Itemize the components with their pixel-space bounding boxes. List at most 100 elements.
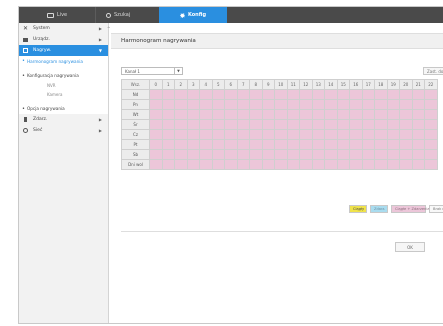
schedule-cell[interactable] [149, 129, 163, 140]
schedule-cell[interactable] [161, 149, 175, 160]
schedule-cell[interactable] [349, 139, 363, 150]
sidebar-item-device[interactable]: Urządz. ▶ [19, 34, 108, 45]
sidebar-item-network[interactable]: Sieć ▶ [19, 125, 108, 136]
schedule-cell[interactable] [361, 109, 375, 120]
schedule-cell[interactable] [286, 99, 300, 110]
schedule-cell[interactable] [399, 89, 413, 100]
schedule-cell[interactable] [224, 149, 238, 160]
schedule-cell[interactable] [361, 119, 375, 130]
schedule-cell[interactable] [299, 159, 313, 170]
schedule-cell[interactable] [274, 109, 288, 120]
schedule-cell[interactable] [336, 119, 350, 130]
schedule-cell[interactable] [336, 129, 350, 140]
schedule-cell[interactable] [199, 109, 213, 120]
schedule-cell[interactable] [236, 99, 250, 110]
schedule-cell[interactable] [411, 149, 425, 160]
schedule-cell[interactable] [161, 119, 175, 130]
schedule-cell[interactable] [374, 139, 388, 150]
schedule-cell[interactable] [386, 139, 400, 150]
hour-header[interactable]: 18 [374, 79, 388, 90]
schedule-cell[interactable] [361, 159, 375, 170]
legend-continuous[interactable]: Ciągły [349, 205, 367, 213]
schedule-cell[interactable] [311, 149, 325, 160]
schedule-cell[interactable] [274, 159, 288, 170]
schedule-cell[interactable] [236, 149, 250, 160]
schedule-cell[interactable] [161, 139, 175, 150]
hour-header[interactable]: 1 [161, 79, 175, 90]
schedule-cell[interactable] [199, 149, 213, 160]
schedule-cell[interactable] [349, 89, 363, 100]
hour-header[interactable]: 8 [249, 79, 263, 90]
scroll-up-icon[interactable]: ^ [107, 26, 110, 31]
schedule-cell[interactable] [311, 139, 325, 150]
schedule-cell[interactable] [236, 109, 250, 120]
schedule-cell[interactable] [286, 149, 300, 160]
schedule-cell[interactable] [411, 129, 425, 140]
schedule-cell[interactable] [186, 119, 200, 130]
schedule-cell[interactable] [374, 159, 388, 170]
schedule-cell[interactable] [274, 139, 288, 150]
schedule-cell[interactable] [399, 129, 413, 140]
schedule-cell[interactable] [249, 89, 263, 100]
schedule-cell[interactable] [149, 149, 163, 160]
schedule-cell[interactable] [261, 139, 275, 150]
select-all-header[interactable]: Wsz. [121, 79, 150, 90]
hour-header[interactable]: 4 [199, 79, 213, 90]
legend-event[interactable]: Zdarz. [370, 205, 388, 213]
tab-live[interactable]: Live [19, 7, 95, 23]
hour-header[interactable]: 3 [186, 79, 200, 90]
schedule-cell[interactable] [286, 129, 300, 140]
schedule-cell[interactable] [349, 149, 363, 160]
schedule-cell[interactable] [361, 149, 375, 160]
schedule-cell[interactable] [174, 119, 188, 130]
schedule-cell[interactable] [336, 89, 350, 100]
schedule-cell[interactable] [249, 109, 263, 120]
schedule-cell[interactable] [236, 89, 250, 100]
schedule-cell[interactable] [286, 109, 300, 120]
hour-header[interactable]: 20 [399, 79, 413, 90]
schedule-cell[interactable] [424, 99, 438, 110]
schedule-cell[interactable] [386, 119, 400, 130]
schedule-cell[interactable] [324, 99, 338, 110]
hour-header[interactable]: 2 [174, 79, 188, 90]
schedule-cell[interactable] [274, 149, 288, 160]
schedule-cell[interactable] [236, 119, 250, 130]
schedule-cell[interactable] [374, 129, 388, 140]
hour-header[interactable]: 11 [286, 79, 300, 90]
schedule-cell[interactable] [186, 149, 200, 160]
schedule-cell[interactable] [161, 89, 175, 100]
schedule-cell[interactable] [199, 129, 213, 140]
schedule-cell[interactable] [174, 149, 188, 160]
schedule-cell[interactable] [249, 139, 263, 150]
schedule-cell[interactable] [374, 149, 388, 160]
schedule-cell[interactable] [424, 109, 438, 120]
schedule-cell[interactable] [211, 129, 225, 140]
schedule-cell[interactable] [424, 149, 438, 160]
schedule-cell[interactable] [211, 159, 225, 170]
schedule-cell[interactable] [386, 159, 400, 170]
schedule-cell[interactable] [349, 119, 363, 130]
schedule-cell[interactable] [161, 159, 175, 170]
schedule-cell[interactable] [324, 119, 338, 130]
schedule-cell[interactable] [299, 99, 313, 110]
sidebar-item-event[interactable]: Zdarz. ▶ [19, 114, 108, 125]
sidebar-subitem-record-config[interactable]: • Konfiguracja nagrywania [19, 70, 108, 81]
schedule-cell[interactable] [386, 89, 400, 100]
day-header[interactable]: Nd [121, 89, 150, 100]
schedule-cell[interactable] [199, 89, 213, 100]
schedule-cell[interactable] [411, 89, 425, 100]
hour-header[interactable]: 16 [349, 79, 363, 90]
schedule-cell[interactable] [211, 89, 225, 100]
schedule-cell[interactable] [274, 99, 288, 110]
schedule-cell[interactable] [324, 139, 338, 150]
day-header[interactable]: Pt [121, 139, 150, 150]
schedule-cell[interactable] [324, 129, 338, 140]
hour-header[interactable]: 13 [311, 79, 325, 90]
schedule-cell[interactable] [211, 109, 225, 120]
copy-to-button[interactable]: Zast. do [423, 67, 443, 75]
schedule-cell[interactable] [386, 149, 400, 160]
schedule-cell[interactable] [299, 119, 313, 130]
hour-header[interactable]: 15 [336, 79, 350, 90]
schedule-cell[interactable] [336, 139, 350, 150]
schedule-cell[interactable] [349, 159, 363, 170]
